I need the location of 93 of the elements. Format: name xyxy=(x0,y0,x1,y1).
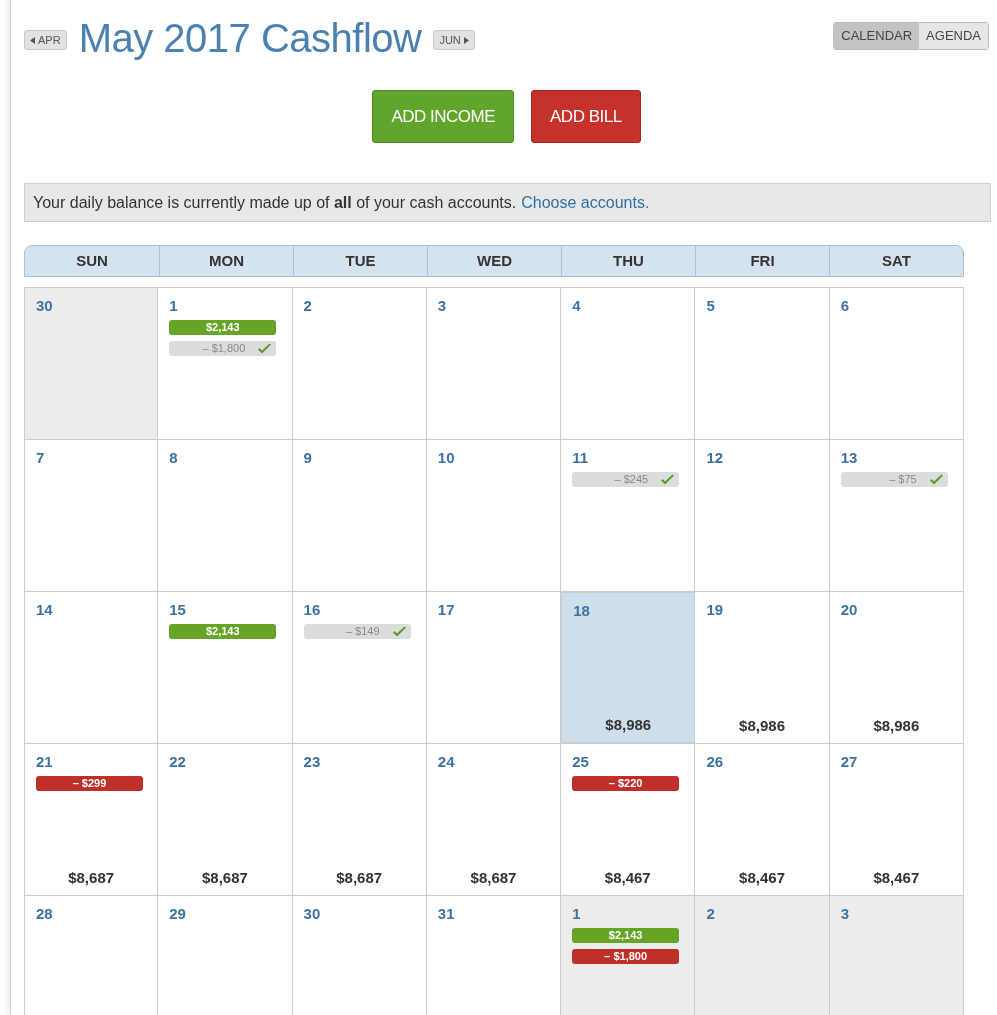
day-number: 2 xyxy=(303,297,313,315)
day-cell[interactable]: 3 xyxy=(829,896,964,1015)
day-number: 4 xyxy=(572,297,582,315)
daily-balance: $8,986 xyxy=(739,715,785,736)
weekday-header: MON xyxy=(159,246,293,276)
check-icon xyxy=(660,473,676,486)
day-number: 11 xyxy=(572,449,589,467)
day-number: 31 xyxy=(437,905,456,923)
day-cell[interactable]: 31 xyxy=(426,896,562,1015)
day-cell[interactable]: 28 xyxy=(24,896,159,1015)
day-number: 2 xyxy=(706,905,716,923)
day-number: 17 xyxy=(437,601,456,619)
weekday-header: THU xyxy=(561,246,695,276)
day-number: 16 xyxy=(303,601,322,619)
day-cell[interactable]: 7 xyxy=(24,440,159,591)
amount: – $75 xyxy=(889,472,917,487)
day-number: 30 xyxy=(36,297,54,315)
day-number: 3 xyxy=(840,905,851,923)
income-tag[interactable]: $2,143 xyxy=(169,624,277,639)
paid-bill-tag[interactable]: – $245 xyxy=(572,472,680,487)
day-number: 1 xyxy=(572,905,582,923)
day-cell[interactable]: 18 $8,986 xyxy=(561,592,696,743)
day-cell[interactable]: 14 xyxy=(24,592,159,743)
bill-tag[interactable]: – $299 xyxy=(36,776,143,791)
daily-balance: $8,467 xyxy=(739,867,785,888)
weekday-header: FRI xyxy=(695,246,829,276)
amount: – $1,800 xyxy=(202,341,246,356)
day-number: 20 xyxy=(840,601,859,619)
daily-balance: $8,986 xyxy=(873,715,920,736)
day-cell[interactable]: 1 $2,143 – $1,800 xyxy=(561,896,696,1015)
income-tag[interactable]: $2,143 xyxy=(169,320,277,335)
day-number: 8 xyxy=(169,449,179,467)
bill-tag[interactable]: – $220 xyxy=(572,776,680,791)
day-cell[interactable]: 21 – $299 $8,687 xyxy=(24,744,159,895)
day-number: 27 xyxy=(840,753,859,771)
check-icon xyxy=(257,342,273,355)
amount: – $149 xyxy=(345,624,380,639)
daily-balance: $8,687 xyxy=(68,867,115,888)
check-icon xyxy=(928,473,944,486)
paid-bill-tag[interactable]: – $149 xyxy=(303,624,411,639)
right-triangle-icon xyxy=(463,36,469,44)
day-cell[interactable]: 30 xyxy=(24,288,159,439)
choose-accounts-link[interactable]: Choose accounts. xyxy=(521,190,650,215)
day-number: 12 xyxy=(706,449,725,467)
weekday-header: WED xyxy=(427,246,561,276)
day-cell[interactable]: 2 xyxy=(695,896,830,1015)
weekday-header: SAT xyxy=(829,246,963,276)
daily-balance: $8,467 xyxy=(604,867,651,888)
left-triangle-icon xyxy=(30,36,35,44)
day-number: 26 xyxy=(706,753,725,771)
income-tag[interactable]: $2,143 xyxy=(572,928,680,943)
amount: – $245 xyxy=(614,472,649,487)
day-number: 14 xyxy=(36,601,54,619)
day-number: 24 xyxy=(437,753,456,771)
day-number: 9 xyxy=(303,449,313,467)
check-icon xyxy=(391,625,407,638)
day-number: 18 xyxy=(573,602,591,620)
weekday-header: SUN xyxy=(75,250,109,271)
day-number: 10 xyxy=(437,449,456,467)
day-number: 28 xyxy=(36,905,54,923)
add-bill-button[interactable]: ADD BILL xyxy=(531,90,641,143)
day-cell[interactable]: 29 xyxy=(158,896,293,1015)
daily-balance: $8,687 xyxy=(336,867,383,888)
view-tab[interactable]: CALENDAR xyxy=(834,23,920,49)
previous-month-button[interactable]: APR xyxy=(24,30,67,50)
day-number: 6 xyxy=(840,297,851,315)
day-number: 3 xyxy=(437,297,448,315)
daily-balance: $8,687 xyxy=(201,867,248,888)
day-number: 19 xyxy=(706,601,725,619)
day-number: 30 xyxy=(303,905,322,923)
day-number: 13 xyxy=(840,449,859,467)
day-number: 25 xyxy=(572,753,590,771)
add-income-button[interactable]: ADD INCOME xyxy=(372,90,514,143)
next-month-button[interactable]: JUN xyxy=(433,30,475,50)
day-number: 15 xyxy=(169,601,187,619)
day-number: 22 xyxy=(169,753,187,771)
daily-balance: $8,986 xyxy=(605,714,652,735)
day-number: 5 xyxy=(706,297,716,315)
weekday-header: TUE xyxy=(293,246,427,276)
paid-bill-tag[interactable]: – $75 xyxy=(840,472,948,487)
paid-bill-tag[interactable]: – $1,800 xyxy=(169,341,277,356)
info-text: Your daily balance is currently made up of all of your cash accounts. xyxy=(33,192,517,213)
daily-balance: $8,687 xyxy=(470,867,517,888)
bill-tag[interactable]: – $1,800 xyxy=(572,949,680,964)
daily-balance: $8,467 xyxy=(873,867,920,888)
view-tab[interactable]: AGENDA xyxy=(919,23,988,49)
day-number: 29 xyxy=(169,905,187,923)
day-cell[interactable]: 30 xyxy=(292,896,427,1015)
day-number: 7 xyxy=(36,449,46,467)
day-number: 1 xyxy=(169,297,179,315)
page-title: May 2017 Cashflow xyxy=(78,18,422,58)
day-number: 21 xyxy=(36,753,54,771)
day-number: 23 xyxy=(303,753,322,771)
